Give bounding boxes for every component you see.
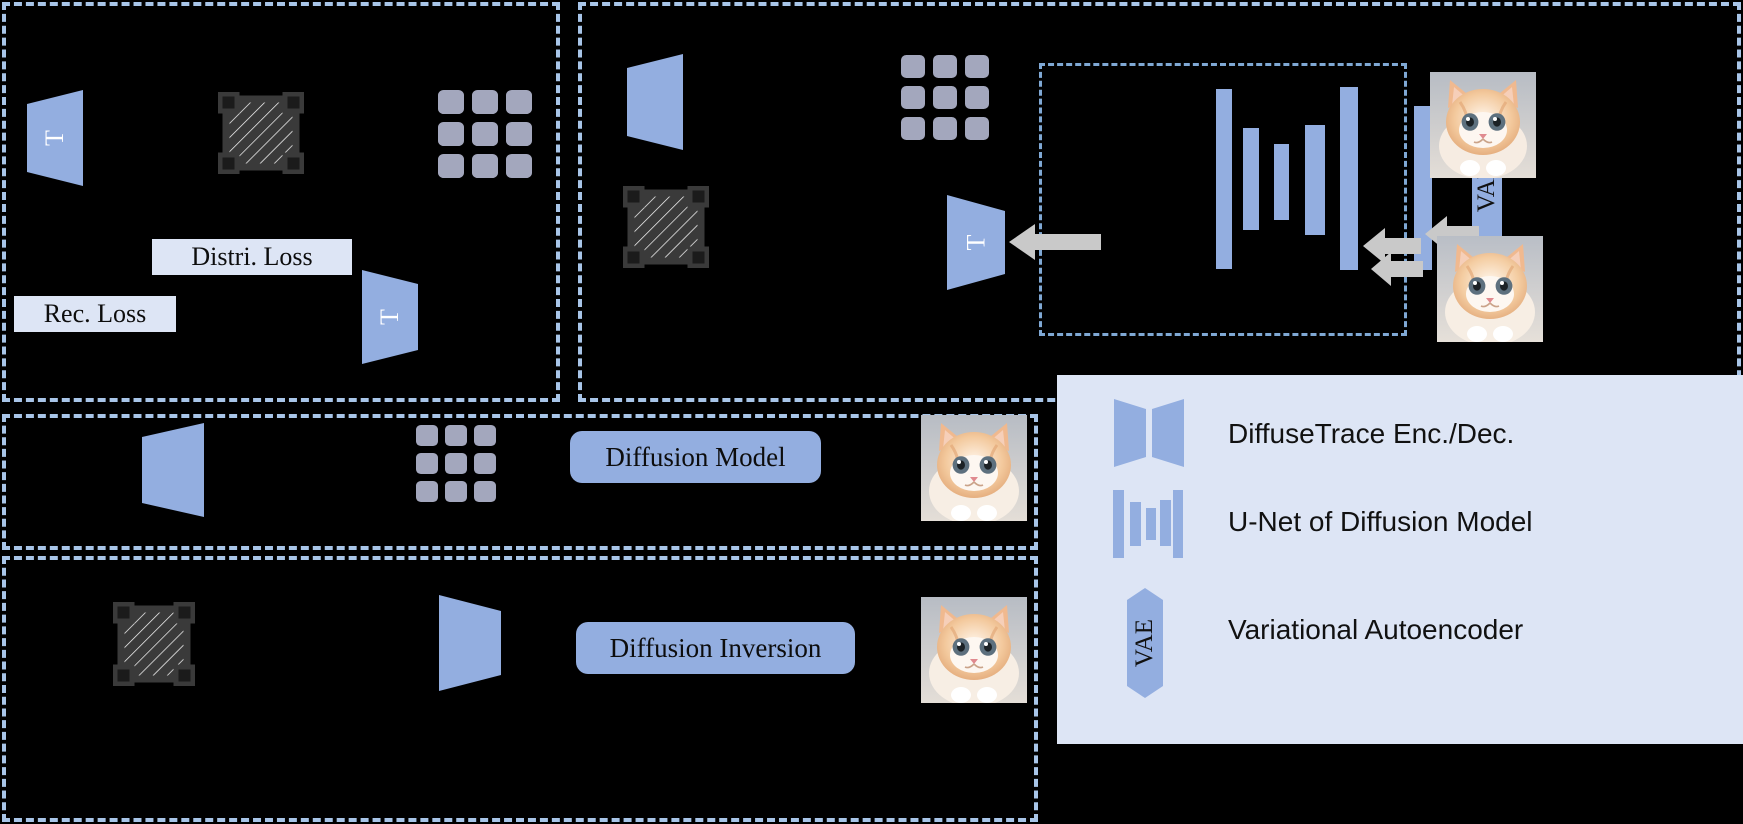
latent-grid-panel2 [901,55,989,140]
latent-cell [445,453,467,474]
latent-cell [438,154,464,178]
latent-cell [933,86,957,109]
generated-image-top [1430,72,1536,178]
latent-cell [933,55,957,78]
legend-icon-vae: VAE [1127,588,1163,698]
latent-cell [445,425,467,446]
diffusetrace-encoder-panel1: T [27,90,83,186]
arrow-lower-into-vae [1371,252,1423,286]
latent-cell [472,122,498,146]
latent-cell [416,453,438,474]
diffusion-model-label: Diffusion Model [570,431,821,483]
latent-cell [474,453,496,474]
latent-cell [965,86,989,109]
latent-cell [474,425,496,446]
legend-icon-encoder-decoder [1114,399,1184,467]
noise-latent-icon-panel1 [218,92,304,174]
latent-cell [472,90,498,114]
distri-loss-label: Distri. Loss [152,239,352,275]
latent-cell [506,154,532,178]
legend-label-unet: U-Net of Diffusion Model [1228,506,1533,537]
latent-cell [474,481,496,502]
unet-bar-3 [1274,144,1289,220]
diffusetrace-decoder-panel2: T [947,195,1005,290]
legend-label-vae: Variational Autoencoder [1228,614,1524,645]
latent-cell [416,481,438,502]
latent-cell [506,122,532,146]
diffusion-inversion-label: Diffusion Inversion [576,622,855,674]
unet-bar-1 [1216,89,1232,269]
unet-bar-4 [1305,125,1325,235]
latent-cell [901,55,925,78]
latent-cell [472,154,498,178]
panel-inversion [2,556,1038,822]
panel-training [2,2,560,402]
latent-cell [901,86,925,109]
latent-cell [438,122,464,146]
diffusetrace-decoder-panel4 [439,595,501,691]
latent-cell [933,117,957,140]
latent-cell [965,55,989,78]
latent-cell [965,117,989,140]
source-image-bottom [1437,236,1543,342]
latent-cell [438,90,464,114]
figure-root: T Distri. Loss Rec. Loss T T VAE Diffusi… [0,0,1743,824]
diffusetrace-decoder-panel1: T [362,270,418,364]
diffusetrace-encoder-panel3 [142,423,204,517]
input-image-panel4 [921,597,1027,703]
legend-label-encoder-decoder: DiffuseTrace Enc./Dec. [1228,418,1515,449]
latent-cell [901,117,925,140]
arrow-unet-to-decoder [1009,224,1101,260]
noise-latent-icon-panel4 [113,602,195,686]
output-image-panel3 [921,415,1027,521]
latent-cell [416,425,438,446]
legend-icon-unet [1113,490,1183,558]
noise-latent-icon-panel2 [623,186,709,268]
latent-grid-panel3 [416,425,496,502]
latent-grid-panel1 [438,90,532,178]
latent-cell [445,481,467,502]
latent-cell [506,90,532,114]
unet-bar-2 [1243,128,1259,230]
diffusetrace-encoder-panel2 [627,54,683,150]
rec-loss-label: Rec. Loss [14,296,176,332]
